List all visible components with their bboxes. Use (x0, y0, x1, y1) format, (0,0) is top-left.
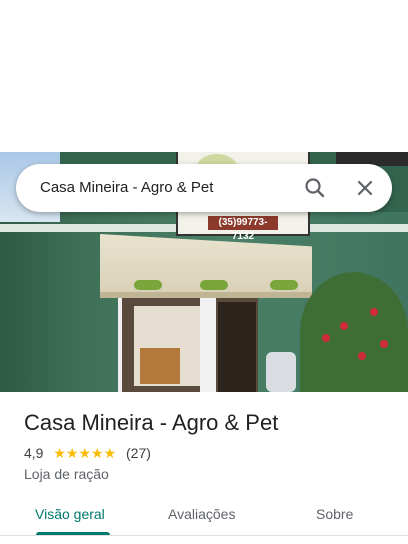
place-title: Casa Mineira - Agro & Pet (24, 410, 279, 435)
close-button[interactable] (351, 174, 379, 202)
rose-flower (340, 322, 348, 330)
rose-flower (370, 308, 378, 316)
search-icon (305, 178, 325, 198)
awning-logo (270, 280, 298, 290)
rating-value: 4,9 (24, 445, 44, 461)
blank-header-area (0, 0, 408, 152)
awning-logo (134, 280, 162, 290)
tab-about[interactable]: Sobre (316, 504, 353, 524)
search-bar[interactable]: Casa Mineira - Agro & Pet (16, 164, 392, 212)
rose-flower (322, 334, 330, 342)
rose-bush (300, 272, 408, 392)
feed-sack (266, 352, 296, 392)
place-category[interactable]: Loja de ração (24, 465, 109, 483)
store-counter (140, 348, 180, 384)
door-frame (200, 298, 216, 392)
tab-divider (0, 535, 408, 536)
store-shelf (218, 302, 256, 392)
door-frame (118, 298, 122, 392)
storefront-sign-phone: (35)99773-7132 (208, 216, 278, 242)
rose-flower (358, 352, 366, 360)
tab-overview[interactable]: Visão geral (35, 504, 105, 524)
rating-row[interactable]: 4,9 ★★★★★ (27) (24, 444, 151, 462)
star-rating-icon: ★★★★★ (53, 445, 117, 461)
close-icon (357, 180, 373, 196)
search-button[interactable] (301, 174, 329, 202)
rose-flower (380, 340, 388, 348)
awning-logo (200, 280, 228, 290)
review-count[interactable]: (27) (126, 444, 151, 462)
search-query[interactable]: Casa Mineira - Agro & Pet (40, 164, 213, 212)
tab-reviews[interactable]: Avaliações (168, 504, 235, 524)
